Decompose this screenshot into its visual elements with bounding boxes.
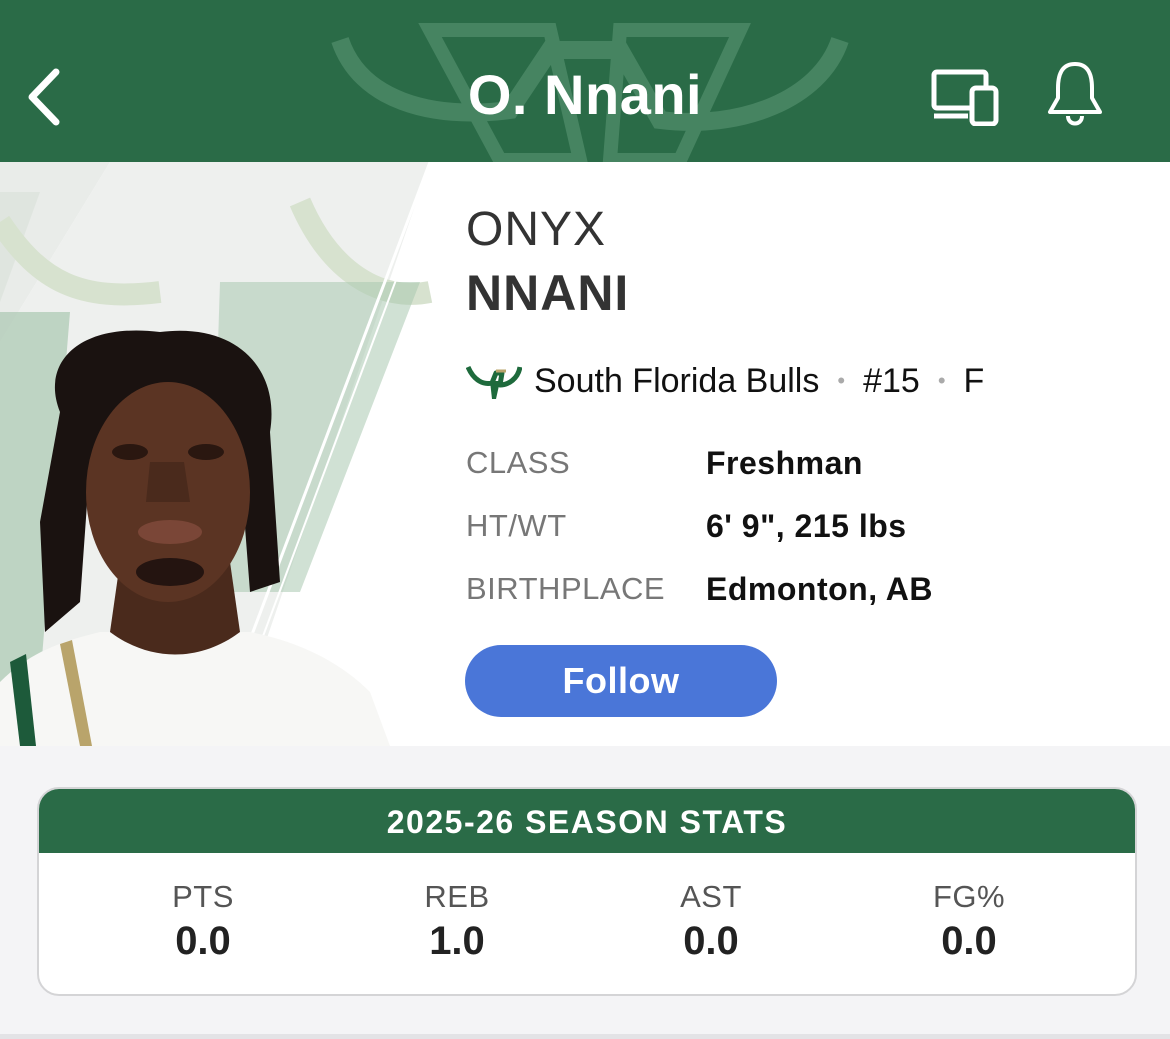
stat-fg-pct: FG% 0.0 (869, 879, 1069, 964)
player-position: F (963, 361, 985, 400)
section-divider (0, 1034, 1170, 1039)
attribute-row-class: CLASS Freshman (466, 441, 863, 485)
player-last-name: NNANI (466, 265, 630, 321)
team-name: South Florida Bulls (534, 361, 820, 400)
stat-reb: REB 1.0 (357, 879, 557, 964)
stat-label: REB (424, 879, 490, 914)
stat-value: 1.0 (429, 919, 485, 963)
stat-value: 0.0 (941, 919, 997, 963)
season-stats-card: 2025-26 SEASON STATS PTS 0.0 REB 1.0 AST… (37, 787, 1137, 996)
bulls-logo-icon (466, 365, 522, 399)
attribute-label: BIRTHPLACE (466, 571, 666, 606)
team-info-row: South Florida Bulls • #15 • F (466, 358, 984, 404)
attribute-label: HT/WT (466, 508, 567, 543)
attribute-row-birthplace: BIRTHPLACE Edmonton, AB (466, 567, 933, 611)
attribute-value: Edmonton, AB (706, 570, 933, 607)
player-hero-card: ONYX NNANI South Florida Bulls • #15 • F… (0, 162, 1170, 746)
attribute-value: 6' 9", 215 lbs (706, 507, 907, 544)
separator-dot: • (937, 368, 946, 393)
bell-icon[interactable] (1046, 60, 1104, 128)
stat-label: PTS (172, 879, 234, 914)
season-stats-title: 2025-26 SEASON STATS (39, 789, 1135, 853)
top-nav-bar: O. Nnani (0, 0, 1170, 162)
stat-label: AST (680, 879, 742, 914)
stat-label: FG% (932, 879, 1006, 914)
stats-grid: PTS 0.0 REB 1.0 AST 0.0 FG% 0.0 (39, 853, 1135, 994)
follow-button[interactable]: Follow (465, 645, 777, 717)
stat-pts: PTS 0.0 (103, 879, 303, 964)
separator-dot: • (837, 368, 846, 393)
stat-value: 0.0 (175, 919, 231, 963)
player-first-name: ONYX (466, 203, 607, 256)
player-photo (0, 162, 441, 746)
stat-ast: AST 0.0 (611, 879, 811, 964)
devices-icon[interactable] (930, 68, 1000, 126)
attribute-row-htwt: HT/WT 6' 9", 215 lbs (466, 504, 907, 548)
stat-value: 0.0 (683, 919, 739, 963)
attribute-value: Freshman (706, 444, 863, 481)
jersey-number: #15 (863, 361, 920, 400)
attribute-label: CLASS (466, 445, 571, 480)
